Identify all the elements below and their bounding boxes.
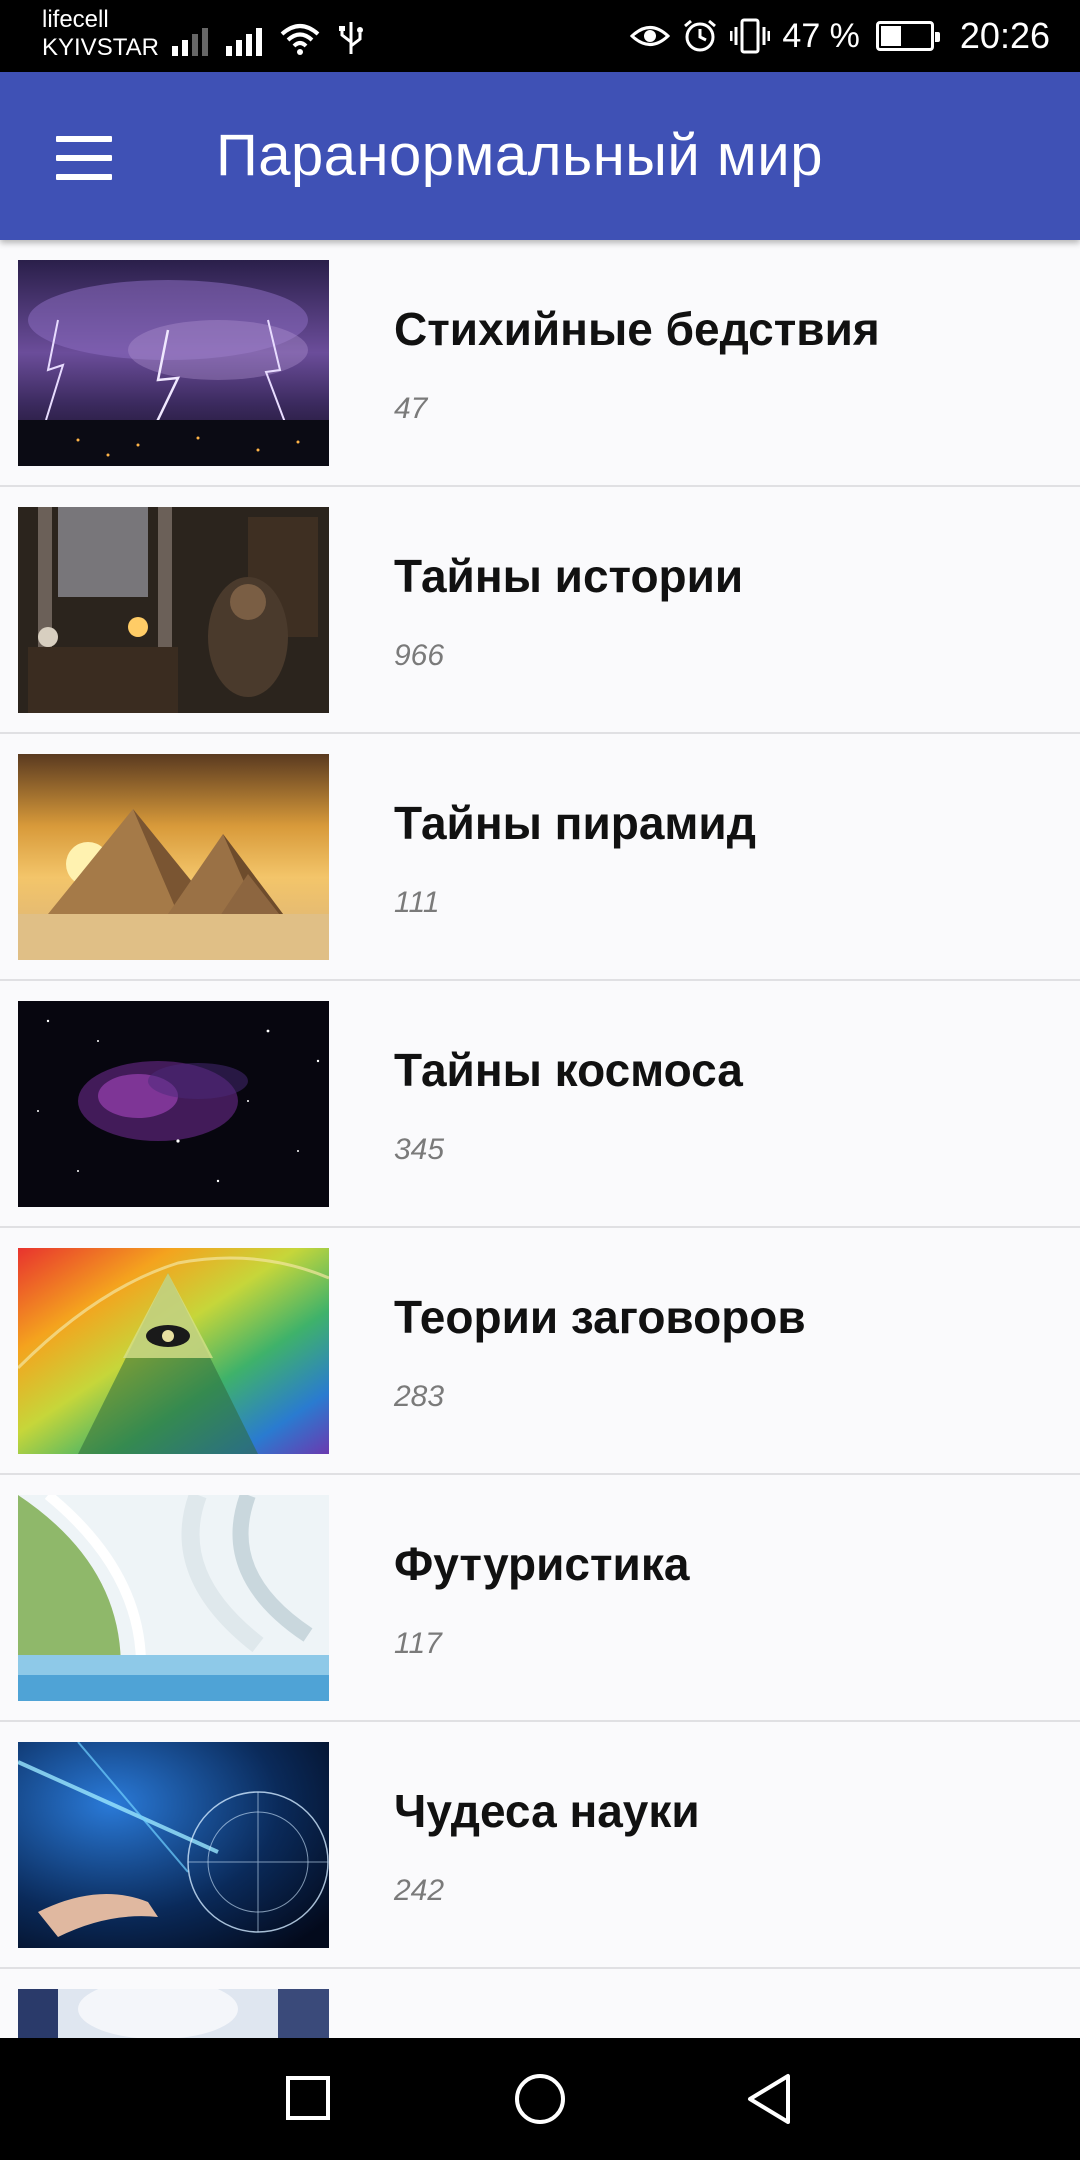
- list-item[interactable]: Стихийные бедствия 47: [0, 240, 1080, 487]
- item-count: 345: [394, 1133, 445, 1166]
- vibrate-icon: [730, 18, 771, 54]
- thumbnail-conspiracy-eye: [18, 1248, 329, 1454]
- clock: 20:26: [959, 15, 1050, 56]
- carrier-name-1: lifecell: [42, 6, 109, 33]
- item-count: 242: [394, 1874, 445, 1907]
- list-item[interactable]: Тайны космоса 345: [0, 981, 1080, 1228]
- circle-home-icon[interactable]: [500, 2062, 580, 2136]
- list-item[interactable]: Футуристика 117: [0, 1475, 1080, 1722]
- item-title: Стихийные бедствия: [394, 303, 880, 355]
- item-count: 47: [394, 392, 428, 425]
- item-title: Футуристика: [394, 1538, 690, 1590]
- usb-icon: [339, 22, 363, 54]
- carrier-name-2: KYIVSTAR: [42, 34, 159, 61]
- item-title: Тайны истории: [394, 550, 744, 602]
- status-icons-right: 47 % 20:26: [630, 0, 1050, 72]
- list-item[interactable]: Тайны истории 966: [0, 487, 1080, 734]
- item-title: Чудеса науки: [394, 1785, 700, 1837]
- carrier-info: lifecell KYIVSTAR: [42, 6, 159, 62]
- thumbnail-partial: [18, 1989, 329, 2038]
- thumbnail-history-monk: [18, 507, 329, 713]
- status-icons-left: [172, 16, 364, 56]
- list-item[interactable]: Теории заговоров 283: [0, 1228, 1080, 1475]
- thumbnail-science-wonders: [18, 1742, 329, 1948]
- hamburger-menu-icon[interactable]: [40, 130, 120, 186]
- navigation-bar: [0, 2038, 1080, 2160]
- page-title: Паранормальный мир: [216, 123, 823, 188]
- item-count: 111: [394, 886, 440, 919]
- item-title: Теории заговоров: [394, 1291, 806, 1343]
- status-bar: lifecell KYIVSTAR 47 % 20:26: [0, 0, 1080, 72]
- list-item[interactable]: Тайны пирамид 111: [0, 734, 1080, 981]
- signal-icon-2: [226, 22, 262, 56]
- thumbnail-pyramids: [18, 754, 329, 960]
- list-item[interactable]: Чудеса науки 242: [0, 1722, 1080, 1969]
- signal-icon-1: [172, 22, 208, 56]
- item-count: 283: [394, 1380, 445, 1413]
- triangle-back-icon[interactable]: [730, 2062, 810, 2136]
- item-title: Тайны космоса: [394, 1044, 743, 1096]
- thumbnail-lightning-storm: [18, 260, 329, 466]
- list-item[interactable]: [0, 1969, 1080, 2038]
- item-count: 966: [394, 639, 445, 672]
- battery-icon: [875, 21, 940, 51]
- item-count: 117: [394, 1627, 442, 1660]
- thumbnail-space-nebula: [18, 1001, 329, 1207]
- wifi-icon: [280, 24, 320, 55]
- square-recents-icon[interactable]: [268, 2062, 348, 2136]
- thumbnail-futuristic-architecture: [18, 1495, 329, 1701]
- app-bar: Паранормальный мир: [0, 72, 1080, 240]
- category-list[interactable]: Стихийные бедствия 47 Тайны истории 966: [0, 240, 1080, 2038]
- eye-comfort-icon: [630, 26, 671, 46]
- alarm-icon: [684, 19, 717, 52]
- item-title: Тайны пирамид: [394, 797, 756, 849]
- battery-percent: 47 %: [782, 16, 860, 55]
